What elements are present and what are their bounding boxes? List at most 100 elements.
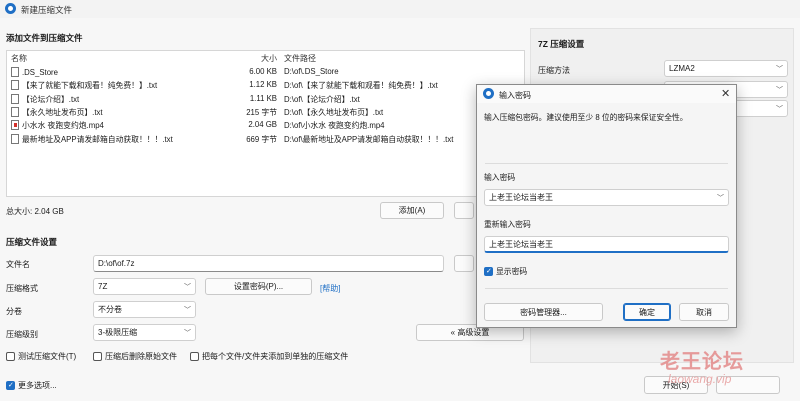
separate-archives-option[interactable]: 把每个文件/文件夹添加到单独的压缩文件 bbox=[190, 351, 348, 362]
file-size-cell: 6.00 KB bbox=[249, 67, 277, 76]
test-archive-checkbox[interactable] bbox=[6, 352, 15, 361]
format-select-value: 7Z bbox=[98, 282, 108, 291]
watermark-url: laowang.vip bbox=[668, 372, 732, 386]
test-archive-label: 测试压缩文件(T) bbox=[18, 352, 77, 361]
remove-button-partial[interactable] bbox=[454, 202, 474, 219]
divider bbox=[485, 163, 728, 164]
level-select-value: 3-极限压缩 bbox=[98, 328, 138, 337]
dialog-title-bar: 输入密码 ✕ bbox=[477, 85, 736, 103]
file-list[interactable]: 名称 大小 文件路径 .DS_Store 6.00 KB D:\of\.DS_Sto… bbox=[6, 50, 525, 197]
file-path-cell: D:\of\【论坛介绍】.txt bbox=[284, 94, 360, 104]
file-path-cell: D:\of\最新地址及APP请发邮箱自动获取！！！.txt bbox=[284, 134, 454, 144]
file-row[interactable]: 小水水 夜跑变约炮.mp4 2.04 GB D:\of\小水水 夜跑变约炮.mp4 bbox=[7, 119, 524, 132]
file-path-cell: D:\of\【永久地址发布页】.txt bbox=[284, 107, 384, 117]
split-select[interactable]: 不分卷 ﹀ bbox=[93, 301, 196, 318]
password-manager-button[interactable]: 密码管理器... bbox=[484, 303, 603, 321]
chevron-down-icon: ﹀ bbox=[717, 194, 724, 202]
title-bar: 新建压缩文件 bbox=[0, 0, 800, 18]
file-row[interactable]: 【论坛介绍】.txt 1.11 KB D:\of\【论坛介绍】.txt bbox=[7, 93, 524, 106]
password-label: 输入密码 bbox=[484, 173, 516, 182]
cancel-button[interactable]: 取消 bbox=[679, 303, 729, 321]
chevron-down-icon: ﹀ bbox=[776, 86, 783, 94]
file-icon bbox=[11, 93, 19, 104]
file-path-cell: D:\of\.DS_Store bbox=[284, 67, 339, 76]
total-size: 总大小: 2.04 GB bbox=[6, 207, 64, 216]
file-path-cell: D:\of\【来了就能下载和观看！纯免费！】.txt bbox=[284, 81, 438, 91]
split-select-value: 不分卷 bbox=[98, 305, 122, 314]
file-row[interactable]: 【永久地址发布页】.txt 215 字节 D:\of\【永久地址发布页】.txt bbox=[7, 106, 524, 119]
more-options-checkbox[interactable] bbox=[6, 381, 15, 390]
password-dialog: 输入密码 ✕ 输入压缩包密码。建议使用至少 8 位的密码来保证安全性。 输入密码… bbox=[476, 84, 737, 328]
file-path-cell: D:\of\小水水 夜跑变约炮.mp4 bbox=[284, 121, 385, 131]
more-options[interactable]: 更多选项... bbox=[6, 380, 57, 391]
7z-settings-title: 7Z 压缩设置 bbox=[538, 39, 585, 49]
file-icon bbox=[11, 80, 19, 91]
ok-button[interactable]: 确定 bbox=[623, 303, 671, 321]
method-select-value: LZMA2 bbox=[669, 64, 695, 73]
separate-archives-label: 把每个文件/文件夹添加到单独的压缩文件 bbox=[202, 352, 349, 361]
file-size-cell: 1.12 KB bbox=[249, 80, 277, 90]
filename-input[interactable]: D:\of\of.7z bbox=[93, 255, 444, 272]
format-label: 压缩格式 bbox=[6, 284, 38, 293]
delete-after-label: 压缩后删除原始文件 bbox=[105, 352, 177, 361]
file-icon bbox=[11, 133, 19, 144]
confirm-password-label: 重新输入密码 bbox=[484, 220, 531, 229]
file-name-cell: 【永久地址发布页】.txt bbox=[11, 106, 103, 118]
compress-settings-title: 压缩文件设置 bbox=[6, 237, 58, 247]
column-name-header[interactable]: 名称 bbox=[11, 53, 27, 64]
add-button[interactable]: 添加(A) bbox=[380, 202, 444, 219]
delete-after-checkbox[interactable] bbox=[93, 352, 102, 361]
file-size-cell: 669 字节 bbox=[246, 134, 277, 144]
file-icon bbox=[11, 106, 19, 117]
confirm-password-input[interactable]: 上老王论坛当老王 bbox=[484, 236, 729, 253]
file-name-cell: 【来了就能下载和观看！纯免费！】.txt bbox=[11, 80, 157, 91]
chevron-down-icon: ﹀ bbox=[776, 105, 783, 113]
chevron-down-icon: ﹀ bbox=[776, 65, 783, 73]
file-size-cell: 215 字节 bbox=[246, 107, 277, 117]
show-password-label: 显示密码 bbox=[496, 267, 528, 276]
file-name-cell: 最新地址及APP请发邮箱自动获取！！！.txt bbox=[11, 133, 173, 145]
split-label: 分卷 bbox=[6, 307, 22, 316]
file-name-cell: .DS_Store bbox=[11, 67, 58, 77]
column-path-header[interactable]: 文件路径 bbox=[284, 53, 316, 64]
browse-button-partial[interactable] bbox=[454, 255, 474, 272]
file-size-cell: 1.11 KB bbox=[249, 93, 277, 103]
help-link[interactable]: [帮助] bbox=[320, 283, 340, 294]
more-options-label: 更多选项... bbox=[18, 381, 57, 390]
column-size-header[interactable]: 大小 bbox=[247, 53, 277, 64]
window-title: 新建压缩文件 bbox=[21, 5, 73, 15]
file-name-text: 【论坛介绍】.txt bbox=[22, 94, 80, 104]
show-password-option[interactable]: 显示密码 bbox=[484, 266, 527, 277]
file-name-text: 最新地址及APP请发邮箱自动获取！！！.txt bbox=[22, 134, 173, 144]
test-archive-option[interactable]: 测试压缩文件(T) bbox=[6, 351, 76, 362]
delete-after-option[interactable]: 压缩后删除原始文件 bbox=[93, 351, 177, 362]
show-password-checkbox[interactable] bbox=[484, 267, 493, 276]
format-select[interactable]: 7Z ﹀ bbox=[93, 278, 196, 295]
file-name-text: 【永久地址发布页】.txt bbox=[22, 107, 103, 117]
level-select[interactable]: 3-极限压缩 ﹀ bbox=[93, 324, 196, 341]
chevron-down-icon: ﹀ bbox=[184, 283, 191, 291]
file-row[interactable]: .DS_Store 6.00 KB D:\of\.DS_Store bbox=[7, 66, 524, 79]
filename-label: 文件名 bbox=[6, 260, 30, 269]
separate-archives-checkbox[interactable] bbox=[190, 352, 199, 361]
close-icon[interactable]: ✕ bbox=[721, 87, 730, 100]
file-row[interactable]: 【来了就能下载和观看！纯免费！】.txt 1.12 KB D:\of\【来了就能下载… bbox=[7, 79, 524, 92]
chevron-down-icon: ﹀ bbox=[184, 329, 191, 337]
file-name-cell: 【论坛介绍】.txt bbox=[11, 93, 80, 105]
file-name-cell: 小水水 夜跑变约炮.mp4 bbox=[11, 120, 104, 131]
password-input[interactable]: 上老王论坛当老王 ﹀ bbox=[484, 189, 729, 206]
method-select[interactable]: LZMA2 ﹀ bbox=[664, 60, 788, 77]
watermark-logo: 老王论坛 bbox=[660, 351, 744, 373]
dialog-title: 输入密码 bbox=[499, 91, 531, 100]
dialog-description: 输入压缩包密码。建议使用至少 8 位的密码来保证安全性。 bbox=[484, 113, 688, 122]
app-logo-icon bbox=[5, 3, 16, 14]
file-size-cell: 2.04 GB bbox=[248, 120, 277, 130]
divider bbox=[485, 288, 728, 289]
file-row[interactable]: 最新地址及APP请发邮箱自动获取！！！.txt 669 字节 D:\of\最新地址及… bbox=[7, 133, 524, 146]
files-section-title: 添加文件到压缩文件 bbox=[6, 33, 83, 43]
level-label: 压缩级别 bbox=[6, 330, 38, 339]
file-name-text: .DS_Store bbox=[22, 68, 58, 77]
chevron-down-icon: ﹀ bbox=[184, 306, 191, 314]
set-password-button[interactable]: 设置密码(P)... bbox=[205, 278, 312, 295]
file-name-text: 【来了就能下载和观看！纯免费！】.txt bbox=[22, 81, 158, 91]
